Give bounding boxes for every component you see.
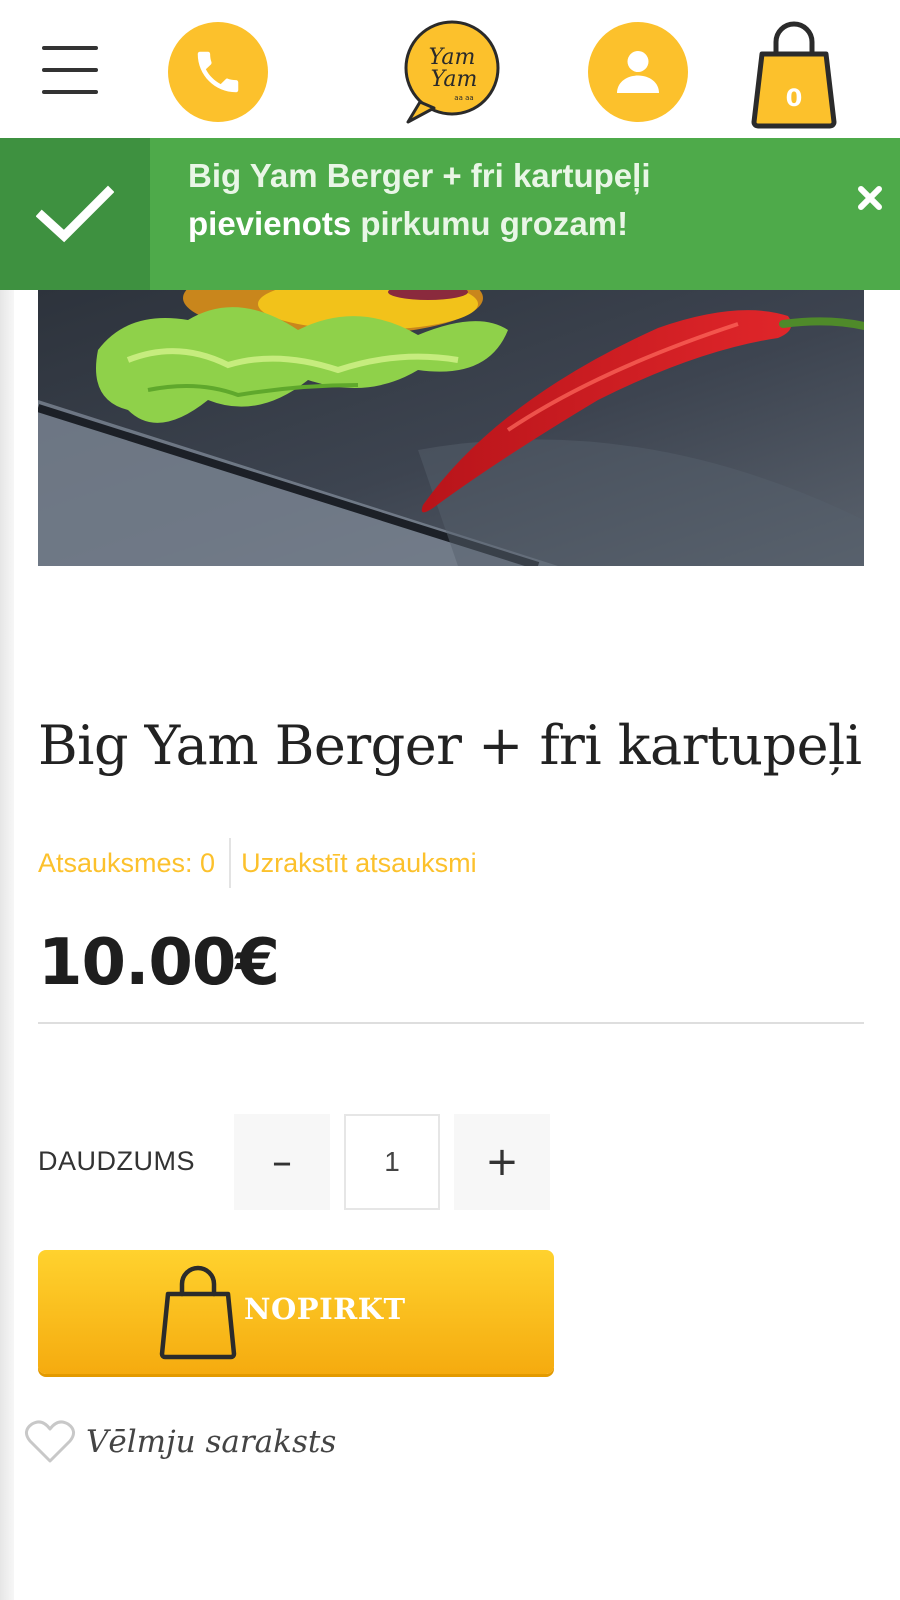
added-to-cart-notification: Big Yam Berger + fri kartupeļi pievienot… bbox=[0, 138, 900, 290]
product-title: Big Yam Berger + fri kartupeļi bbox=[38, 714, 862, 777]
notification-product-name: Big Yam Berger + fri kartupeļi bbox=[188, 157, 651, 194]
svg-text:Yam: Yam bbox=[431, 67, 478, 92]
reviews-separator bbox=[229, 838, 232, 888]
shopping-bag-icon bbox=[751, 21, 837, 129]
cart-count-badge: 0 bbox=[785, 84, 803, 112]
close-icon bbox=[858, 186, 882, 210]
write-review-link[interactable]: Uzrakstīt atsauksmi bbox=[241, 848, 477, 879]
user-icon bbox=[617, 51, 659, 93]
buy-button[interactable]: NOPIRKT bbox=[38, 1250, 554, 1374]
yam-yam-logo[interactable]: Yam Yam aa aa bbox=[398, 18, 506, 126]
reviews-count-link[interactable]: Atsauksmes: 0 bbox=[38, 848, 215, 879]
product-reviews: Atsauksmes: 0 Uzrakstīt atsauksmi bbox=[38, 838, 477, 888]
notification-status-rest: pirkumu grozam! bbox=[360, 205, 629, 242]
notification-status-strong: pievienots bbox=[188, 205, 352, 242]
notification-message: Big Yam Berger + fri kartupeļi pievienot… bbox=[188, 152, 828, 248]
product-price: 10.00€ bbox=[38, 926, 280, 1000]
quantity-decrease-button[interactable]: – bbox=[234, 1114, 330, 1210]
price-divider bbox=[38, 1022, 864, 1024]
wishlist-label: Vēlmju saraksts bbox=[86, 1424, 337, 1460]
notification-check-area bbox=[0, 138, 150, 290]
cart-button[interactable]: 0 bbox=[748, 18, 840, 130]
site-header: Yam Yam aa aa 0 bbox=[0, 0, 900, 138]
left-shadow-edge bbox=[0, 290, 14, 1600]
quantity-increase-button[interactable]: + bbox=[454, 1114, 550, 1210]
product-image[interactable] bbox=[38, 290, 864, 566]
heart-icon bbox=[25, 1420, 75, 1463]
shopping-bag-icon bbox=[159, 1265, 237, 1360]
quantity-label: DAUDZUMS bbox=[38, 1146, 195, 1176]
phone-button[interactable] bbox=[168, 22, 268, 122]
check-icon bbox=[36, 185, 114, 243]
notification-close-button[interactable] bbox=[850, 178, 890, 218]
wishlist-link[interactable]: Vēlmju saraksts bbox=[24, 1416, 336, 1468]
buy-button-label: NOPIRKT bbox=[244, 1292, 406, 1326]
account-button[interactable] bbox=[588, 22, 688, 122]
svg-text:aa aa: aa aa bbox=[454, 94, 473, 102]
quantity-input[interactable] bbox=[344, 1114, 440, 1210]
phone-icon bbox=[197, 51, 239, 93]
menu-button[interactable] bbox=[38, 44, 102, 96]
